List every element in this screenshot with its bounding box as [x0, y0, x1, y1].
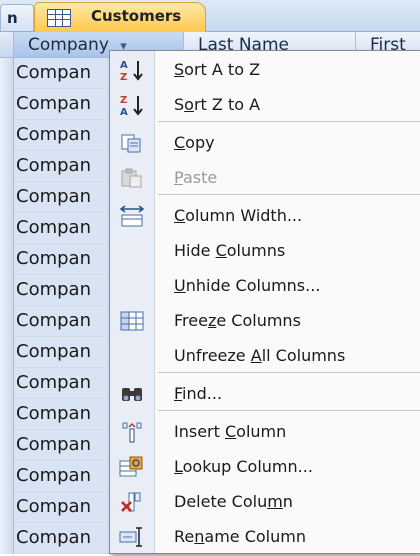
row-selector[interactable]: [0, 430, 14, 461]
access-key: U: [174, 276, 186, 295]
copy-icon: [117, 130, 147, 156]
row-selector[interactable]: [0, 492, 14, 523]
access-key: P: [174, 168, 183, 187]
column-context-menu: A Z Sort A to Z Z A Sort Z to A Copy Paste Colum…: [109, 50, 420, 554]
menu-item-insert-column[interactable]: Insert Column: [110, 415, 420, 449]
company-cell[interactable]: Compan: [14, 306, 110, 336]
svg-text:Z: Z: [120, 72, 127, 82]
company-cell[interactable]: Compan: [14, 182, 110, 212]
company-cell[interactable]: Compan: [14, 337, 110, 367]
menu-item-lookup-column[interactable]: Lookup Column...: [110, 450, 420, 484]
lookup-column-icon: [117, 454, 147, 480]
access-key: L: [174, 457, 183, 476]
company-cell[interactable]: Compan: [14, 213, 110, 243]
menu-item-sort-a-to-z[interactable]: A Z Sort A to Z: [110, 53, 420, 87]
object-tab-strip: n Customers: [0, 0, 420, 32]
menu-item-label: Hide Columns: [174, 241, 286, 260]
sort-descending-icon: ZA: [117, 92, 147, 118]
row-selector[interactable]: [0, 244, 14, 275]
access-key: A: [250, 346, 262, 365]
company-cell[interactable]: Compan: [14, 89, 110, 119]
company-cell[interactable]: Compan: [14, 244, 110, 274]
company-cell[interactable]: Compan: [14, 399, 110, 429]
access-key: n: [194, 527, 205, 546]
row-selector[interactable]: [0, 213, 14, 244]
tab-customers-label: Customers: [91, 7, 182, 25]
menu-item-unfreeze-all-columns[interactable]: Unfreeze All Columns: [110, 339, 420, 373]
menu-item-hide-columns[interactable]: Hide Columns: [110, 234, 420, 268]
row-selector[interactable]: [0, 182, 14, 213]
menu-item-label: Copy: [174, 133, 215, 152]
access-key: o: [184, 95, 194, 114]
menu-item-label: Unfreeze All Columns: [174, 346, 346, 365]
table-icon: [47, 9, 71, 27]
access-key: S: [174, 60, 185, 79]
row-selector[interactable]: [0, 58, 14, 89]
select-all-button[interactable]: [0, 32, 14, 58]
tab-previous-label: n: [7, 9, 18, 27]
delete-column-icon: [117, 489, 147, 515]
row-selector[interactable]: [0, 120, 14, 151]
company-cell[interactable]: Compan: [14, 151, 110, 181]
menu-item-label: Delete Column: [174, 492, 293, 511]
company-cell[interactable]: Compan: [14, 275, 110, 305]
menu-item-label: Sort A to Z: [174, 60, 261, 79]
menu-item-label: Paste: [174, 168, 218, 187]
access-key: F: [174, 384, 183, 403]
company-cell[interactable]: Compan: [14, 58, 110, 88]
row-selector[interactable]: [0, 399, 14, 430]
menu-item-label: Lookup Column...: [174, 457, 313, 476]
row-selector[interactable]: [0, 523, 14, 554]
menu-item-paste: Paste: [110, 161, 420, 195]
menu-item-copy[interactable]: Copy: [110, 126, 420, 160]
svg-text:A: A: [120, 60, 128, 71]
company-cell[interactable]: Compan: [14, 368, 110, 398]
company-cell[interactable]: Compan: [14, 120, 110, 150]
menu-item-column-width[interactable]: Column Width...: [110, 199, 420, 233]
svg-text:Z: Z: [120, 95, 127, 106]
menu-item-delete-column[interactable]: Delete Column: [110, 485, 420, 519]
binoculars-icon: [117, 381, 147, 407]
company-cell[interactable]: Compan: [14, 461, 110, 491]
row-selector[interactable]: [0, 337, 14, 368]
insert-column-icon: [117, 419, 147, 445]
svg-text:A: A: [120, 107, 128, 117]
menu-item-freeze-columns[interactable]: Freeze Columns: [110, 304, 420, 338]
menu-item-label: Rename Column: [174, 527, 306, 546]
access-key: m: [267, 492, 283, 511]
row-selector[interactable]: [0, 275, 14, 306]
access-key: C: [215, 241, 227, 260]
company-cell[interactable]: Compan: [14, 430, 110, 460]
menu-item-unhide-columns[interactable]: Unhide Columns...: [110, 269, 420, 303]
row-selector[interactable]: [0, 151, 14, 182]
column-header-company-label: Company: [28, 35, 109, 55]
row-selector[interactable]: [0, 89, 14, 120]
menu-item-label: Insert Column: [174, 422, 287, 441]
column-width-icon: [117, 203, 147, 229]
menu-item-label: Column Width...: [174, 206, 303, 225]
menu-item-sort-z-to-a[interactable]: Z A Sort Z to A: [110, 88, 420, 122]
company-cell[interactable]: Compan: [14, 492, 110, 522]
freeze-columns-icon: [117, 308, 147, 334]
tab-customers[interactable]: Customers: [34, 2, 206, 32]
row-selector[interactable]: [0, 461, 14, 492]
menu-item-find[interactable]: Find...: [110, 377, 420, 411]
sort-ascending-icon: AZ: [117, 57, 147, 83]
row-selector[interactable]: [0, 368, 14, 399]
menu-item-label: Sort Z to A: [174, 95, 261, 114]
menu-item-rename-column[interactable]: Rename Column: [110, 520, 420, 554]
menu-item-label: Freeze Columns: [174, 311, 301, 330]
tab-previous[interactable]: n: [0, 4, 34, 31]
access-key: C: [224, 422, 237, 441]
rename-column-icon: [117, 524, 147, 550]
row-selector[interactable]: [0, 306, 14, 337]
company-cell[interactable]: Compan: [14, 523, 110, 553]
menu-item-label: Unhide Columns...: [174, 276, 321, 295]
menu-item-label: Find...: [174, 384, 223, 403]
access-key: C: [174, 133, 186, 152]
access-key: C: [174, 206, 186, 225]
paste-icon: [117, 165, 147, 191]
